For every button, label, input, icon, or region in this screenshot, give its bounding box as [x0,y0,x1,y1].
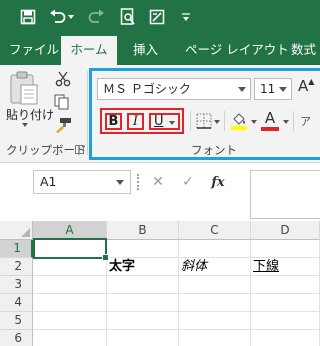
row-header-2[interactable]: 2 [0,258,33,276]
tab-file[interactable]: ファイル [9,34,59,65]
font-color-icon[interactable]: A [261,110,279,132]
splitter-icon[interactable] [137,174,141,190]
font-size-value: 11 [260,82,276,96]
divider [190,111,191,131]
phonetic-icon[interactable]: ア [300,113,311,129]
formula-bar: A1 ✕ ✓ fx [0,163,320,221]
active-cell-border [33,238,109,261]
cell-d2[interactable]: 下線 [251,258,320,276]
chevron-down-icon [279,87,287,92]
divider [224,111,225,131]
grow-font-icon[interactable]: A▲ [298,77,314,95]
cell-b1[interactable] [107,240,179,258]
row-header-1[interactable]: 1 [0,240,33,258]
cell-c4[interactable] [179,294,251,312]
font-name-select[interactable]: ＭＳ Ｐゴシック [97,78,251,100]
form-icon[interactable] [147,7,167,27]
column-header-d[interactable]: D [251,221,320,240]
column-header-b[interactable]: B [107,221,179,240]
borders-dropdown-icon[interactable] [214,120,220,124]
customize-icon[interactable] [176,7,196,27]
save-icon[interactable] [18,7,38,27]
cell-a6[interactable] [33,330,107,346]
cell-b6[interactable] [107,330,179,346]
group-divider [87,71,88,155]
copy-icon[interactable] [52,93,74,111]
grow-font-label: A [298,77,309,95]
print-preview-icon[interactable] [118,7,138,27]
tab-page-layout[interactable]: ページ レイアウト [185,34,289,65]
tab-home[interactable]: ホーム [61,36,117,65]
row-header-3[interactable]: 3 [0,276,33,294]
cell-b4[interactable] [107,294,179,312]
cell-a4[interactable] [33,294,107,312]
bold-button[interactable]: B [105,113,122,130]
cell-d6[interactable] [251,330,320,346]
paste-icon[interactable] [8,71,40,105]
font-color-dropdown-icon[interactable] [283,120,289,124]
font-size-select[interactable]: 11 [254,78,292,100]
row-header-5[interactable]: 5 [0,312,33,330]
cell-c6[interactable] [179,330,251,346]
tab-formulas[interactable]: 数式 [291,34,316,65]
enter-icon[interactable]: ✓ [173,174,203,190]
cell-b3[interactable] [107,276,179,294]
insert-function-icon[interactable]: fx [203,175,233,190]
font-color-swatch [261,127,279,131]
divider [293,111,294,131]
title-bar [0,0,320,34]
ribbon: 貼り付け クリップボード ＭＳ Ｐゴシック 11 A▲ B I U A ア フォ… [0,65,320,163]
cell-c1[interactable] [179,240,251,258]
cut-icon[interactable] [52,70,74,88]
tab-insert[interactable]: 挿入 [133,34,158,65]
cancel-icon[interactable]: ✕ [143,174,173,190]
cell-a3[interactable] [33,276,107,294]
font-color-label: A [264,109,276,127]
underline-label: U [154,114,164,129]
name-box-value: A1 [40,174,57,189]
font-group-label: フォント [191,143,237,157]
italic-button[interactable]: I [127,113,144,130]
cell-c3[interactable] [179,276,251,294]
undo-dropdown-icon[interactable] [66,7,76,27]
cell-d3[interactable] [251,276,320,294]
format-buttons-highlight: B I U [100,108,184,134]
font-name-value: ＭＳ Ｐゴシック [103,82,191,96]
row-header-4[interactable]: 4 [0,294,33,312]
underline-button[interactable]: U [149,113,180,130]
row-header-6[interactable]: 6 [0,330,33,346]
undo-icon[interactable] [48,7,68,27]
font-group-highlight: ＭＳ Ｐゴシック 11 A▲ B I U A ア フォント [89,68,320,160]
underline-dropdown-icon[interactable] [169,121,175,125]
worksheet-grid: A B C D 1 2 3 4 5 6 太字 斜体 下線 [0,221,320,346]
cell-d5[interactable] [251,312,320,330]
cell-c5[interactable] [179,312,251,330]
cell-b5[interactable] [107,312,179,330]
format-painter-icon[interactable] [52,116,74,134]
cell-b2[interactable]: 太字 [107,258,179,276]
chevron-down-icon [116,180,124,185]
chevron-down-icon [238,87,246,92]
redo-icon[interactable] [86,7,106,27]
formula-input[interactable] [250,170,320,219]
borders-icon[interactable] [196,113,212,129]
cell-d1[interactable] [251,240,320,258]
formula-buttons: ✕ ✓ fx [137,170,250,194]
paste-dropdown-icon[interactable] [22,123,28,127]
select-all-button[interactable] [0,221,33,240]
cell-c2[interactable]: 斜体 [179,258,251,276]
fill-color-dropdown-icon[interactable] [251,120,257,124]
fill-color-icon[interactable] [230,111,248,131]
clipboard-launcher-icon[interactable] [75,145,84,154]
cell-d4[interactable] [251,294,320,312]
ribbon-tabs: ファイル ホーム 挿入 ページ レイアウト 数式 [0,34,320,65]
paste-button-label[interactable]: 貼り付け [6,106,54,123]
cell-a5[interactable] [33,312,107,330]
column-header-c[interactable]: C [179,221,251,240]
name-box[interactable]: A1 [33,170,131,194]
cell-a2[interactable] [33,258,107,276]
